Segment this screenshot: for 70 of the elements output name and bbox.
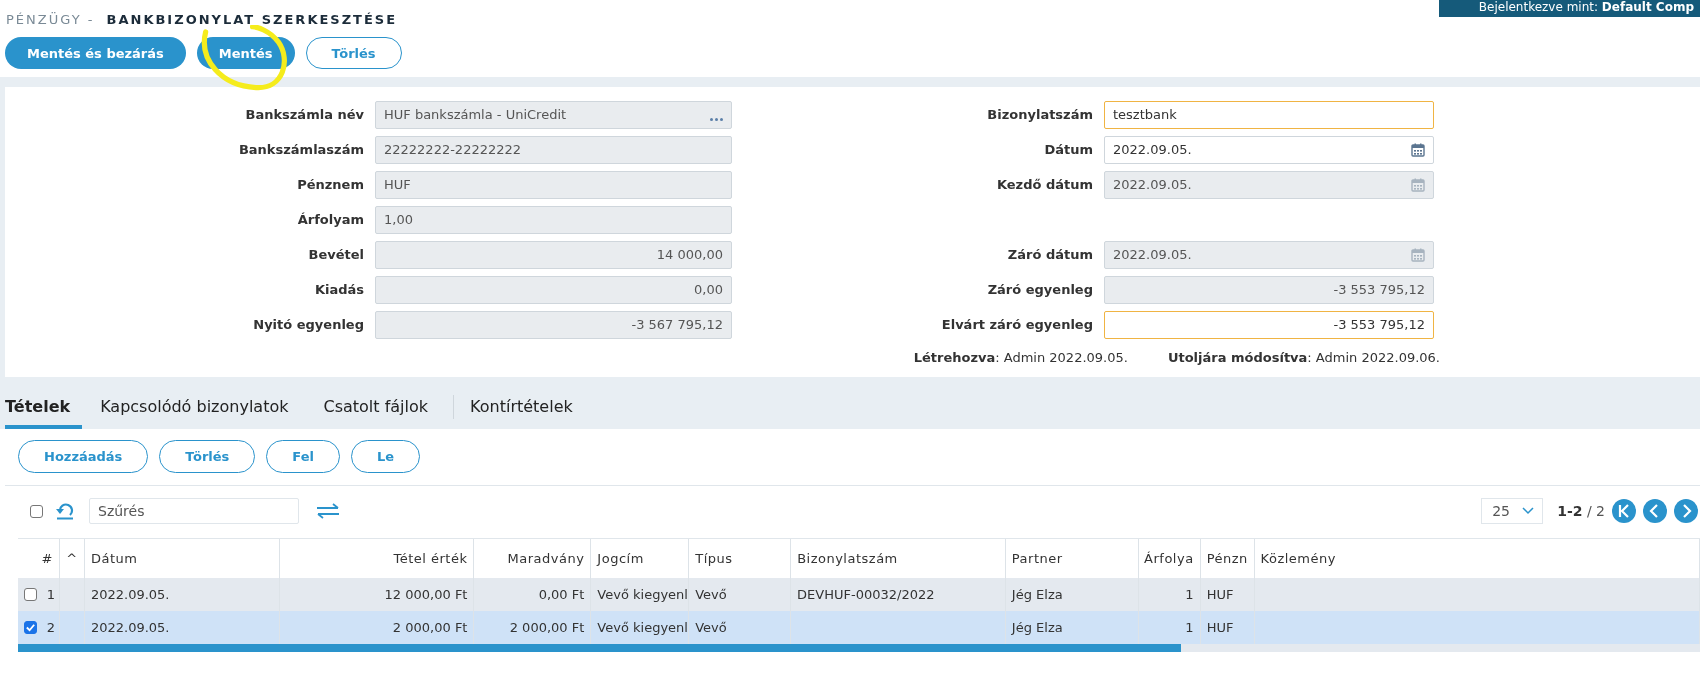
field-label: Záró dátum (1006, 247, 1093, 262)
table-cell: 1 (1185, 620, 1194, 635)
select-all-checkbox[interactable] (30, 504, 43, 518)
table-cell: 2 000,00 Ft (392, 620, 468, 635)
reset-icon[interactable] (55, 502, 75, 520)
modified-info: Utoljára módosítva: Admin 2022.09.06. (1167, 350, 1440, 365)
table-cell: HUF (1206, 620, 1234, 635)
table-cell: 2022.09.05. (90, 620, 170, 635)
input-field[interactable]: 22222222-22222222 (375, 135, 732, 164)
field-label: Kezdő dátum (995, 177, 1093, 192)
table-cell: 0,00 Ft (538, 587, 585, 602)
table-cell: Vevő (695, 587, 727, 602)
field-label: Árfolyam (296, 212, 364, 227)
field-label: Bankszámlaszám (237, 142, 364, 157)
table-cell: DEVHUF-00032/2022 (797, 587, 935, 602)
calendar-icon[interactable] (1411, 142, 1425, 157)
input-field[interactable]: -3 567 795,12 (375, 310, 732, 339)
swap-arrows-icon[interactable] (315, 503, 341, 519)
field-label: Kiadás (313, 282, 364, 297)
chevron-down-icon (1522, 507, 1535, 515)
input-field[interactable]: HUF bankszámla - UniCredit (375, 100, 732, 129)
more-icon[interactable] (710, 117, 723, 121)
input-field[interactable]: 2022.09.05. (1104, 135, 1434, 164)
field-label: Bizonylatszám (986, 107, 1093, 122)
table-cell: 1 (1185, 587, 1194, 602)
created-info: Létrehozva: Admin 2022.09.05. (913, 350, 1128, 365)
tab[interactable]: Kontírtételek (470, 387, 590, 429)
table-cell: HUF (1206, 587, 1234, 602)
scrollbar-thumb[interactable] (18, 644, 1181, 652)
table-cell: 2 000,00 Ft (509, 620, 585, 635)
row-checkbox[interactable] (24, 621, 37, 634)
table-cell: Vevő (695, 620, 727, 635)
page-range: 1-2 / 2 (1557, 503, 1605, 519)
table-cell: Vevő kiegyenl (597, 587, 688, 602)
tab[interactable]: Csatolt fájlok (323, 387, 446, 429)
page-title: BANKBIZONYLAT SZERKESZTÉSE (106, 12, 398, 27)
row-checkbox[interactable] (24, 588, 37, 601)
row-number: 1 (46, 587, 55, 602)
row-number: 2 (46, 620, 55, 635)
input-field[interactable]: 14 000,00 (375, 240, 732, 269)
table-cell: Jég Elza (1011, 620, 1063, 635)
first-page-icon[interactable] (1612, 499, 1636, 523)
input-field[interactable]: HUF (375, 170, 732, 199)
next-page-icon[interactable] (1674, 499, 1698, 523)
field-label: Záró egyenleg (986, 282, 1093, 297)
breadcrumb-section: PÉNZÜGY - (6, 12, 95, 27)
input-field[interactable]: -3 553 795,12 (1104, 310, 1434, 339)
table-row[interactable]: 2 2022.09.05. 2 000,00 Ft 2 000,00 Ft Vevő kiegyenl Vevő Jég Elza 1 HUF (18, 611, 1700, 644)
input-field[interactable]: 2022.09.05. (1104, 240, 1434, 269)
field-label: Bankszámla név (244, 107, 364, 122)
page-size-select[interactable]: 25 (1481, 498, 1544, 524)
field-label: Elvárt záró egyenleg (940, 317, 1093, 332)
input-field[interactable]: tesztbank (1104, 100, 1434, 129)
input-field[interactable]: 1,00 (375, 205, 732, 234)
previous-page-icon[interactable] (1643, 499, 1667, 523)
table-row[interactable]: 1 2022.09.05. 12 000,00 Ft 0,00 Ft Vevő kiegyenl Vevő DEVHUF-00032/2022 Jég Elza 1 HUF (18, 578, 1700, 611)
table-cell: 12 000,00 Ft (384, 587, 468, 602)
filter-field[interactable]: Szűrés (89, 498, 299, 524)
input-field[interactable]: 0,00 (375, 275, 732, 304)
field-label: Bevétel (307, 247, 364, 262)
tab[interactable]: Kapcsolódó bizonylatok (100, 387, 306, 429)
login-banner: Bejelentkezve mint: Default Comp (1438, 0, 1700, 17)
input-field[interactable]: 2022.09.05. (1104, 170, 1434, 199)
input-field[interactable]: -3 553 795,12 (1104, 275, 1434, 304)
field-label: Pénznem (296, 177, 364, 192)
table-cell: 2022.09.05. (90, 587, 170, 602)
table-cell: Jég Elza (1011, 587, 1063, 602)
table-cell: Vevő kiegyenl (597, 620, 688, 635)
field-label: Nyitó egyenleg (252, 317, 364, 332)
field-label: Dátum (1043, 142, 1093, 157)
